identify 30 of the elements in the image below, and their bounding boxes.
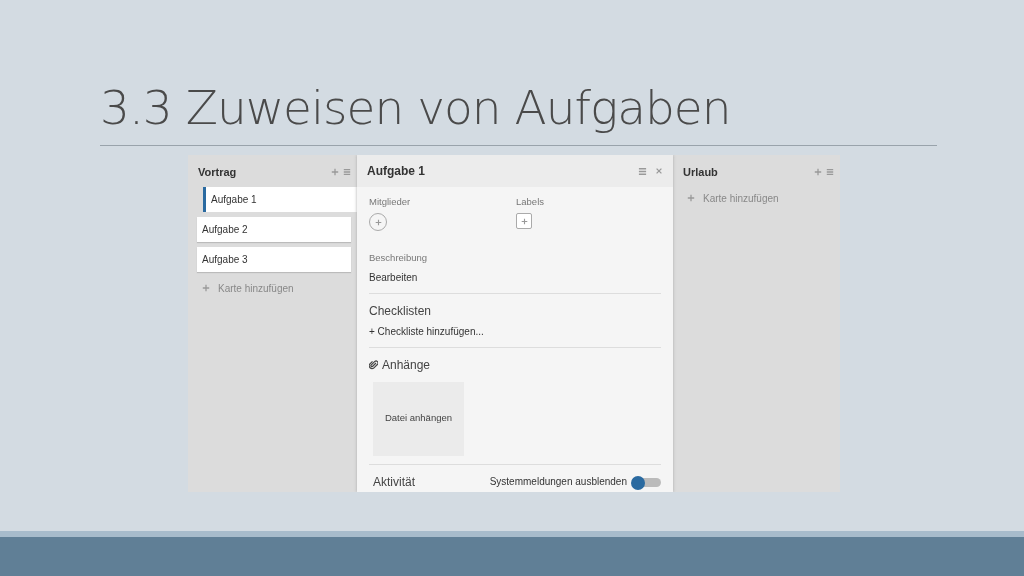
plus-icon <box>202 284 210 292</box>
add-checklist-link[interactable]: + Checkliste hinzufügen... <box>369 323 661 347</box>
field-label: Beschreibung <box>369 251 429 266</box>
edit-link[interactable]: Bearbeiten <box>369 269 661 285</box>
task-card[interactable]: Aufgabe 1 <box>203 186 357 212</box>
attach-file-button[interactable]: Datei anhängen <box>373 381 464 456</box>
toggle-label: Systemmeldungen ausblenden <box>489 475 627 489</box>
plus-icon <box>520 217 528 225</box>
add-icon[interactable] <box>814 168 822 177</box>
plus-icon <box>374 218 382 226</box>
section-title: Anhänge <box>382 356 431 374</box>
field-label: Mitglieder <box>369 195 412 209</box>
task-card[interactable]: Aufgabe 3 <box>197 246 351 272</box>
list-title: Vortrag <box>198 165 237 180</box>
paperclip-icon <box>369 359 378 370</box>
field-label: Labels <box>516 195 544 209</box>
slide-title: 3.3 Zuweisen von Aufgaben <box>100 82 731 134</box>
section-title: Aktivität <box>373 473 415 491</box>
section-title: Checklisten <box>369 302 433 320</box>
menu-icon[interactable] <box>343 168 351 177</box>
toggle-switch[interactable] <box>631 475 661 488</box>
add-label-button[interactable] <box>516 213 532 230</box>
add-icon[interactable] <box>331 168 339 177</box>
task-card[interactable]: Aufgabe 2 <box>197 216 351 242</box>
menu-icon[interactable] <box>638 166 647 176</box>
plus-icon <box>687 194 695 202</box>
close-icon[interactable] <box>655 167 663 175</box>
menu-icon[interactable] <box>826 168 834 177</box>
list-title: Urlaub <box>683 165 718 180</box>
panel-title: Aufgabe 1 <box>367 163 425 180</box>
